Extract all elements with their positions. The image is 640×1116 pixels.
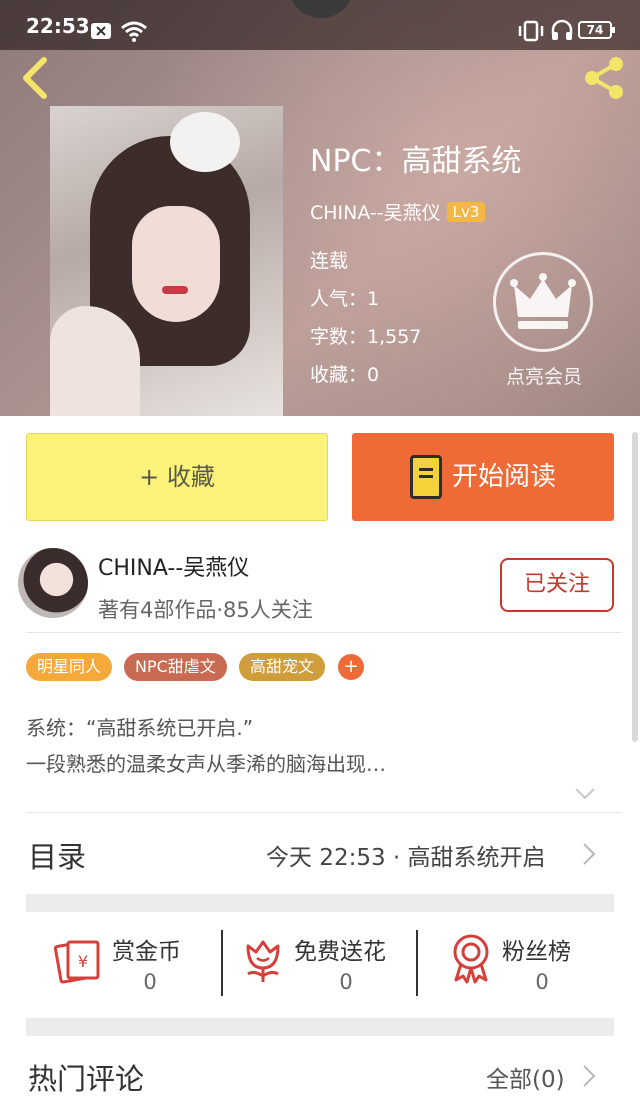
wifi-icon (121, 21, 147, 42)
follow-button[interactable]: 已关注 (500, 558, 614, 612)
divider (416, 930, 418, 996)
book-title: NPC：高甜系统 (310, 144, 522, 179)
section-separator (26, 1018, 614, 1036)
vip-membership-label[interactable]: 点亮会员 (486, 362, 602, 389)
free-flowers-label[interactable]: 免费送花 (294, 932, 386, 966)
book-word-count: 字数：1,557 (310, 326, 422, 348)
battery-indicator: 74 (578, 21, 615, 39)
tag-star-fanfic[interactable]: 明星同人 (26, 653, 113, 681)
back-arrow-icon[interactable] (16, 56, 56, 100)
book-favorites: 收藏：0 (310, 364, 380, 386)
start-reading-label: 开始阅读 (452, 462, 557, 492)
camera-notch (290, 0, 352, 18)
headphones-icon (551, 19, 573, 40)
status-bar: 22:53 74 (0, 0, 640, 50)
book-cover-image[interactable] (50, 106, 283, 416)
reward-coins-value: 0 (143, 970, 157, 994)
red-envelope-icon[interactable]: ¥ (54, 936, 104, 984)
chevron-right-icon[interactable] (582, 1064, 596, 1088)
book-status: 连载 (310, 250, 349, 272)
vibrate-icon (518, 20, 544, 42)
chevron-right-icon[interactable] (582, 842, 596, 866)
tag-npc-sweet-angst[interactable]: NPC甜虐文 (124, 653, 227, 681)
section-separator (26, 894, 614, 912)
divider (26, 632, 622, 633)
start-reading-button[interactable]: 开始阅读 (352, 433, 614, 521)
notification-icon (91, 23, 111, 39)
fan-ranking-value: 0 (535, 970, 549, 994)
author-name[interactable]: CHINA--吴燕仪 (98, 550, 249, 582)
scrollbar[interactable] (632, 432, 638, 742)
reward-coins-label[interactable]: 赏金币 (112, 932, 181, 966)
all-comments-link[interactable]: 全部(0) (486, 1060, 565, 1094)
flower-icon[interactable] (242, 938, 284, 984)
expand-chevron-down-icon[interactable] (574, 786, 596, 802)
vip-membership-button[interactable] (493, 252, 593, 352)
tag-sweet-romance[interactable]: 高甜宠文 (239, 653, 326, 681)
divider (26, 812, 622, 813)
medal-icon[interactable] (450, 932, 492, 984)
catalog-title[interactable]: 目录 (28, 834, 86, 876)
crown-icon (510, 273, 576, 329)
free-flowers-value: 0 (339, 970, 353, 994)
synopsis-line-1: 系统：“高甜系统已开启.” (26, 716, 254, 740)
hot-comments-title: 热门评论 (28, 1062, 145, 1096)
add-to-collection-button[interactable]: + 收藏 (26, 433, 328, 521)
book-icon (410, 455, 442, 499)
share-icon[interactable] (580, 54, 628, 102)
synopsis-line-2: 一段熟悉的温柔女声从季浠的脑海出现… (26, 752, 386, 776)
book-author[interactable]: CHINA--吴燕仪 (310, 202, 441, 224)
book-author-line[interactable]: CHINA--吴燕仪 Lv3 (310, 198, 486, 225)
author-avatar[interactable] (18, 548, 88, 618)
latest-chapter[interactable]: 今天 22:53 · 高甜系统开启 (266, 838, 546, 872)
author-level-badge: Lv3 (446, 202, 486, 222)
divider (221, 930, 223, 996)
add-tag-button[interactable]: + (338, 654, 364, 680)
status-time: 22:53 (26, 14, 90, 38)
fan-ranking-label[interactable]: 粉丝榜 (502, 932, 571, 966)
book-popularity: 人气：1 (310, 288, 380, 310)
author-stats: 著有4部作品·85人关注 (98, 598, 313, 622)
svg-text:¥: ¥ (78, 952, 88, 971)
